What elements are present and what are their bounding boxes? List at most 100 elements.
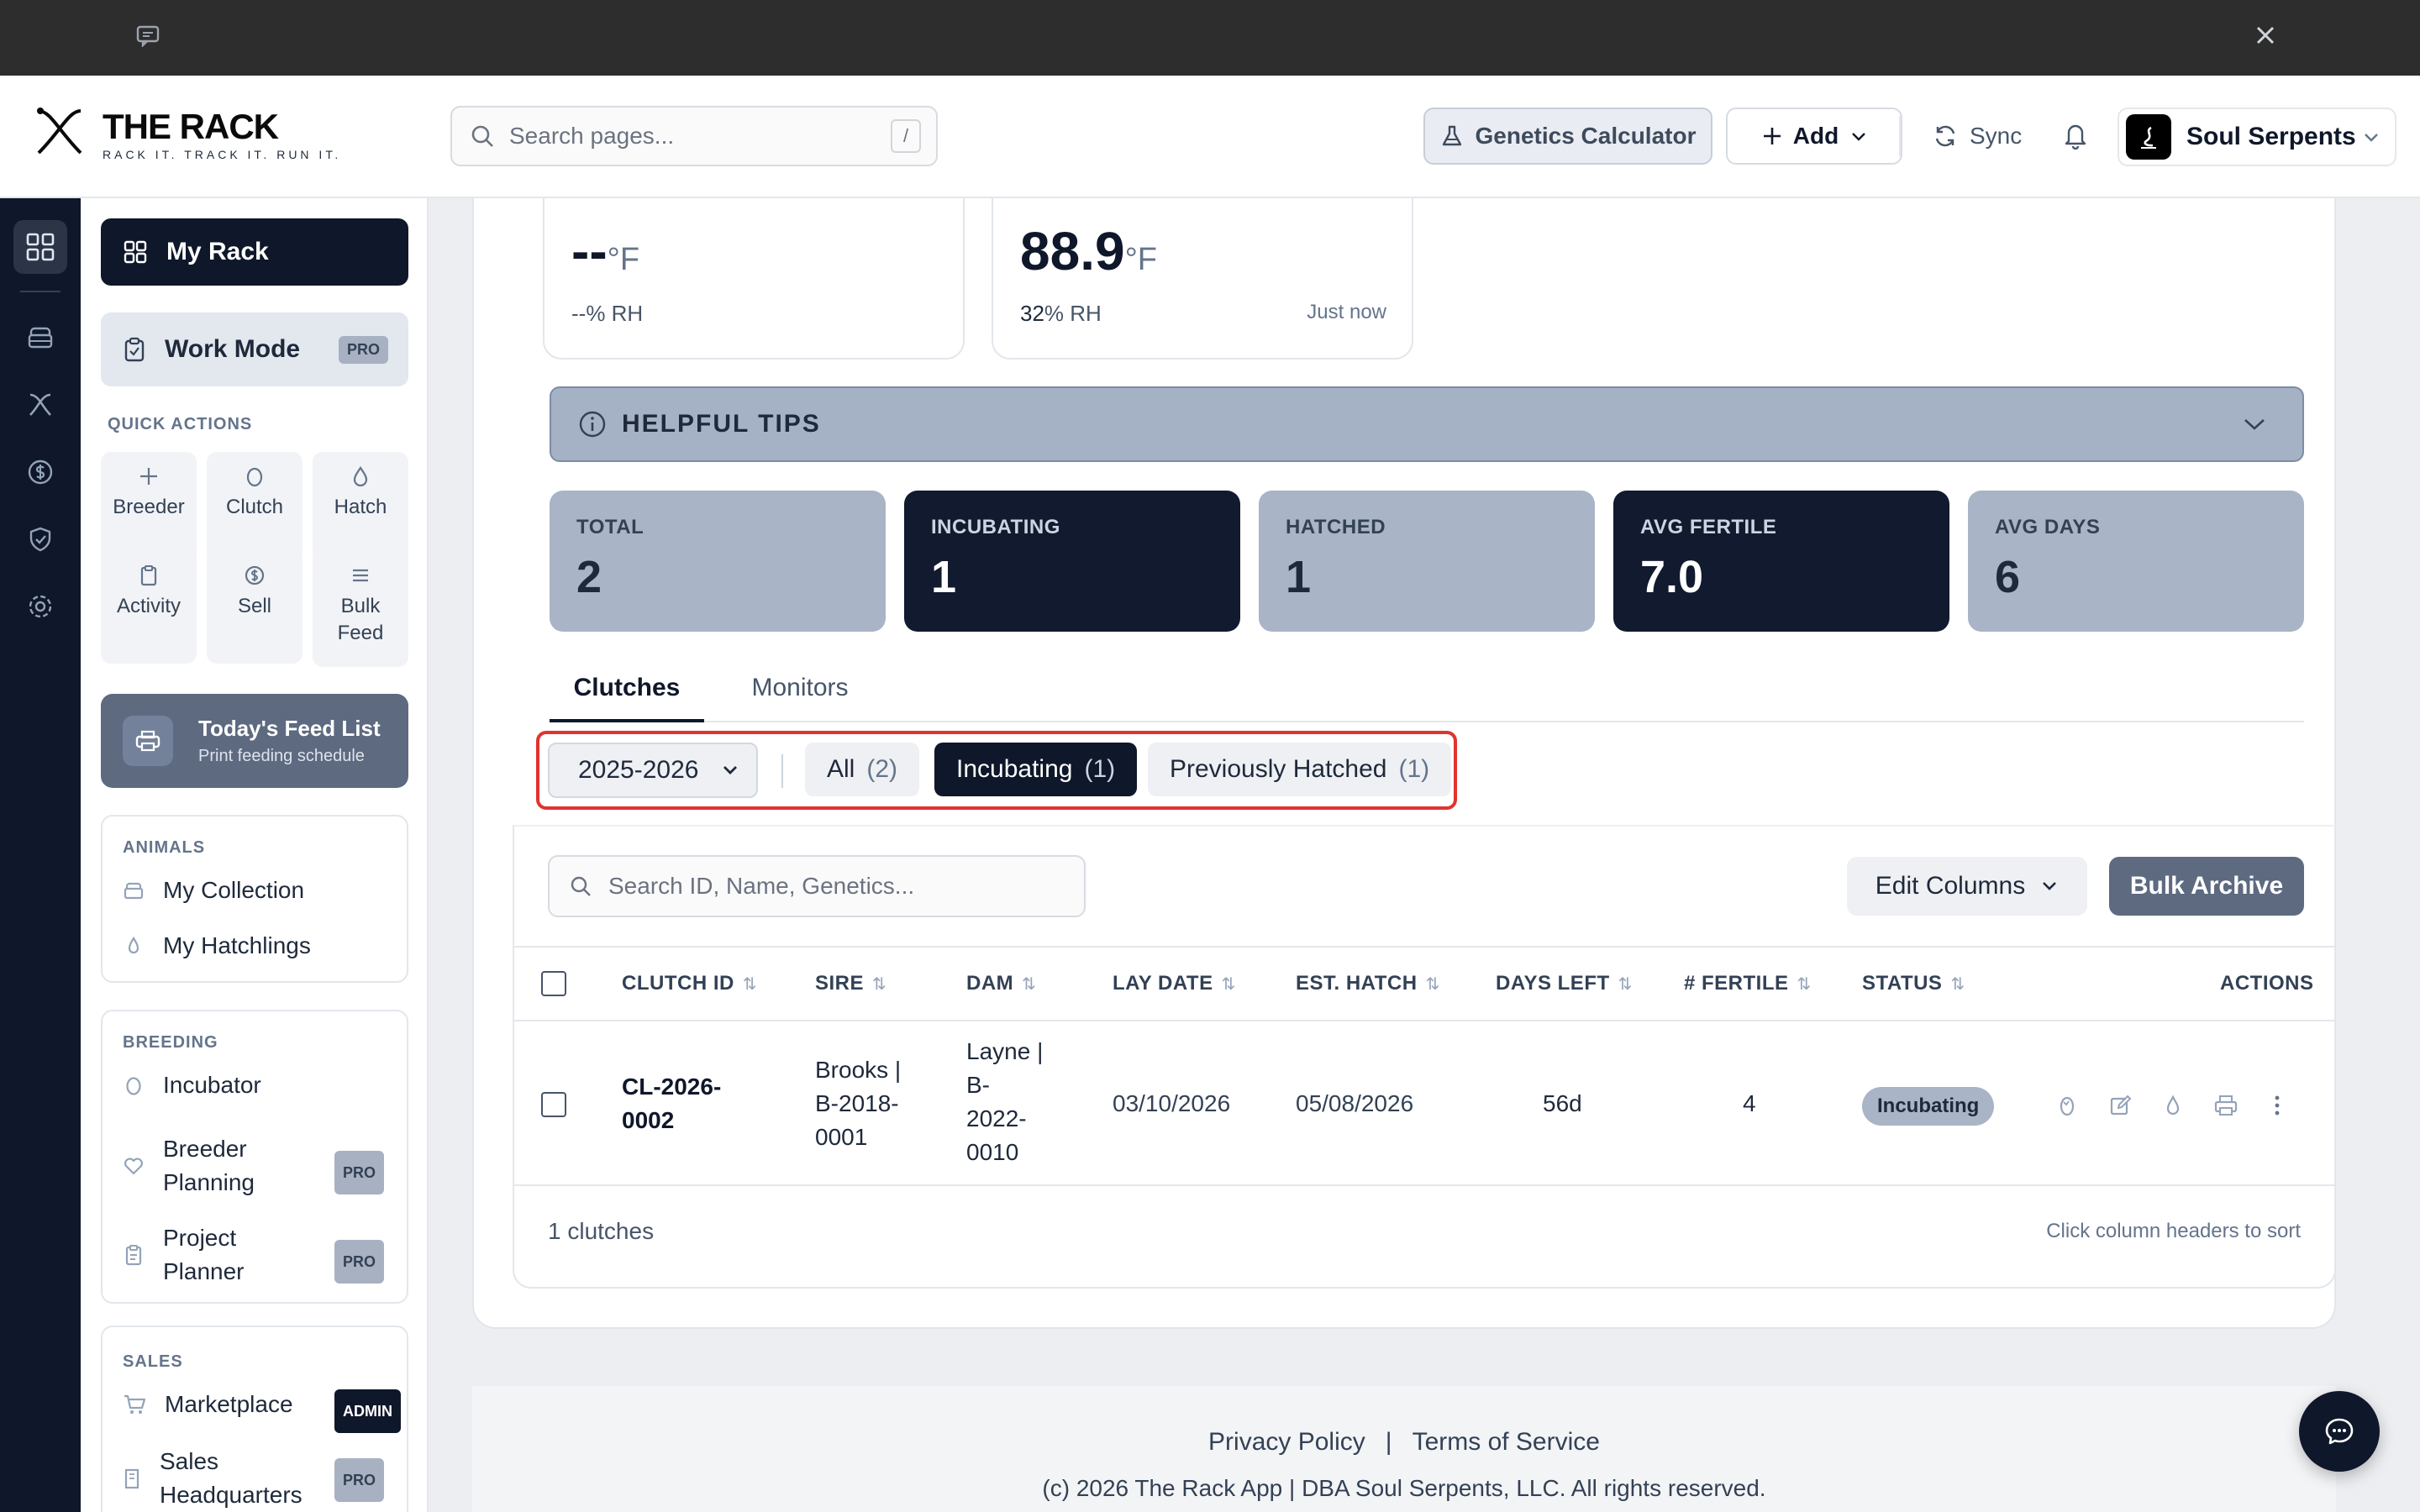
chevron-down-icon bbox=[2244, 419, 2265, 430]
sidebar-item-my-hatchlings[interactable]: My Hatchlings bbox=[123, 929, 311, 963]
column-header-lay-date[interactable]: LAY DATE ⇅ bbox=[1113, 948, 1236, 1020]
rail-shield-icon[interactable] bbox=[13, 512, 67, 566]
brand-logo[interactable]: THE RACK RACK IT. TRACK IT. RUN IT. bbox=[34, 106, 341, 161]
chip-label: Previously Hatched bbox=[1170, 755, 1387, 783]
edit-columns-label: Edit Columns bbox=[1875, 872, 2026, 900]
edit-columns-button[interactable]: Edit Columns bbox=[1847, 857, 2087, 916]
sidebar-item-label: My Hatchlings bbox=[163, 932, 311, 958]
column-header-dam[interactable]: DAM ⇅ bbox=[966, 948, 1036, 1020]
rail-dashboard-icon[interactable] bbox=[13, 220, 67, 274]
quick-action-sell[interactable]: Sell bbox=[207, 551, 302, 664]
cell-dam: Layne | B- 2022- 0010 bbox=[966, 1038, 1044, 1165]
monitor-card[interactable]: 88.9°F 32% RH Just now bbox=[992, 198, 1413, 360]
monitor-humidity: --% RH bbox=[571, 301, 644, 326]
stat-card-hatched: HATCHED 1 bbox=[1259, 491, 1595, 632]
tab-clutches[interactable]: Clutches bbox=[550, 660, 704, 722]
sidebar-item-label: Breeder Planning bbox=[163, 1136, 255, 1195]
egg-icon bbox=[126, 1077, 141, 1095]
todays-feed-list-card[interactable]: Today's Feed List Print feeding schedule bbox=[101, 694, 408, 788]
filter-chip-all[interactable]: All (2) bbox=[805, 743, 920, 796]
rail-settings-icon[interactable] bbox=[13, 580, 67, 633]
chevron-down-icon bbox=[723, 766, 737, 774]
sidebar: My Rack Work Mode PRO QUICK ACTIONS Bree… bbox=[81, 198, 429, 1512]
stat-value: 7.0 bbox=[1640, 552, 1704, 602]
quick-action-breeder[interactable]: Breeder bbox=[101, 452, 197, 564]
sidebar-item-sales-headquarters[interactable]: Sales Headquarters PRO bbox=[123, 1445, 400, 1512]
rail-divider bbox=[20, 291, 60, 292]
quick-action-label: Activity bbox=[116, 595, 181, 617]
cell-clutch-id[interactable]: CL-2026- 0002 bbox=[622, 1070, 721, 1137]
stat-card-incubating: INCUBATING 1 bbox=[904, 491, 1240, 632]
pro-badge: PRO bbox=[338, 335, 388, 364]
monitor-card[interactable]: --°F --% RH bbox=[543, 198, 965, 360]
season-select[interactable]: 2025-2026 bbox=[548, 743, 758, 798]
page-footer: Privacy Policy | Terms of Service (c) 20… bbox=[472, 1386, 2336, 1512]
brand-name: THE RACK bbox=[103, 107, 279, 146]
helpful-tips-banner[interactable]: HELPFUL TIPS bbox=[550, 386, 2304, 462]
rail-collection-icon[interactable] bbox=[13, 311, 67, 365]
account-avatar bbox=[2126, 114, 2171, 160]
stat-card-total: TOTAL 2 bbox=[550, 491, 886, 632]
sync-button[interactable]: Sync bbox=[1933, 108, 2022, 165]
filter-divider bbox=[781, 754, 783, 788]
sidebar-item-breeder-planning[interactable]: Breeder Planning PRO bbox=[123, 1132, 400, 1200]
tab-bar: Clutches Monitors bbox=[550, 660, 2304, 722]
quick-action-clutch[interactable]: Clutch bbox=[207, 452, 302, 564]
sidebar-item-work-mode[interactable]: Work Mode PRO bbox=[101, 312, 408, 386]
chip-count: (1) bbox=[1084, 755, 1116, 783]
quick-actions-heading: QUICK ACTIONS bbox=[108, 415, 253, 433]
more-options-icon[interactable] bbox=[2272, 1094, 2282, 1117]
hatch-action-icon[interactable] bbox=[2057, 1094, 2077, 1117]
sidebar-item-marketplace[interactable]: Marketplace ADMIN bbox=[123, 1388, 401, 1433]
chip-label: All bbox=[827, 755, 855, 783]
sidebar-item-incubator[interactable]: Incubator bbox=[123, 1068, 261, 1102]
drop-icon[interactable] bbox=[2163, 1094, 2183, 1117]
account-switcher[interactable]: Soul Serpents bbox=[2118, 108, 2396, 166]
genetics-calculator-label: Genetics Calculator bbox=[1475, 123, 1697, 149]
sidebar-item-my-rack[interactable]: My Rack bbox=[101, 218, 408, 286]
feedback-icon[interactable] bbox=[136, 25, 160, 47]
chevron-down-icon bbox=[1852, 133, 1866, 141]
row-checkbox[interactable] bbox=[541, 1092, 566, 1117]
admin-badge: ADMIN bbox=[334, 1389, 401, 1433]
sidebar-item-project-planner[interactable]: Project Planner PRO bbox=[123, 1221, 400, 1289]
account-name: Soul Serpents bbox=[2186, 123, 2356, 150]
terms-of-service-link[interactable]: Terms of Service bbox=[1413, 1428, 1600, 1457]
filter-chip-incubating[interactable]: Incubating (1) bbox=[934, 743, 1138, 796]
feed-card-title: Today's Feed List bbox=[198, 716, 381, 741]
edit-icon[interactable] bbox=[2109, 1094, 2133, 1117]
page-search-input[interactable]: Search pages... / bbox=[450, 106, 938, 166]
column-header-est-hatch[interactable]: EST. HATCH ⇅ bbox=[1296, 948, 1440, 1020]
notifications-bell-icon[interactable] bbox=[2062, 121, 2089, 150]
quick-action-hatch[interactable]: Hatch bbox=[313, 452, 408, 564]
column-header-sire[interactable]: SIRE ⇅ bbox=[815, 948, 886, 1020]
print-icon[interactable] bbox=[2213, 1094, 2238, 1117]
sidebar-item-label: Project Planner bbox=[163, 1225, 245, 1284]
chat-support-button[interactable] bbox=[2299, 1391, 2380, 1472]
genetics-calculator-button[interactable]: Genetics Calculator bbox=[1423, 108, 1712, 165]
close-icon[interactable] bbox=[2252, 22, 2279, 49]
quick-action-bulk-feed[interactable]: Bulk Feed bbox=[313, 551, 408, 667]
column-header-fertile[interactable]: # FERTILE ⇅ bbox=[1684, 948, 1812, 1020]
column-header-status[interactable]: STATUS ⇅ bbox=[1862, 948, 1965, 1020]
table-search-input[interactable]: Search ID, Name, Genetics... bbox=[548, 855, 1086, 917]
column-header-days-left[interactable]: DAYS LEFT ⇅ bbox=[1496, 948, 1633, 1020]
sales-group: SALES Marketplace ADMIN Sales Headquarte… bbox=[101, 1326, 408, 1512]
column-header-clutch-id[interactable]: CLUTCH ID ⇅ bbox=[622, 948, 757, 1020]
tab-monitors[interactable]: Monitors bbox=[716, 660, 884, 722]
rail-sales-icon[interactable] bbox=[13, 445, 67, 499]
stat-value: 6 bbox=[1995, 552, 2021, 602]
table-row[interactable]: CL-2026- 0002 Brooks | B-2018- 0001 Layn… bbox=[514, 1021, 2334, 1186]
add-menu-button[interactable]: Add bbox=[1726, 108, 1902, 165]
clutch-count: 1 clutches bbox=[548, 1218, 655, 1244]
privacy-policy-link[interactable]: Privacy Policy bbox=[1208, 1428, 1365, 1457]
rail-tools-icon[interactable] bbox=[13, 378, 67, 432]
bulk-archive-button[interactable]: Bulk Archive bbox=[2109, 857, 2304, 916]
select-all-checkbox[interactable] bbox=[541, 971, 566, 996]
sidebar-item-my-collection[interactable]: My Collection bbox=[123, 874, 304, 907]
cell-days-left: 56d bbox=[1543, 1090, 1582, 1116]
flask-icon bbox=[1442, 125, 1461, 146]
filter-chip-previously-hatched[interactable]: Previously Hatched (1) bbox=[1148, 743, 1452, 796]
monitor-temperature: --°F bbox=[571, 221, 640, 281]
quick-action-activity[interactable]: Activity bbox=[101, 551, 197, 664]
